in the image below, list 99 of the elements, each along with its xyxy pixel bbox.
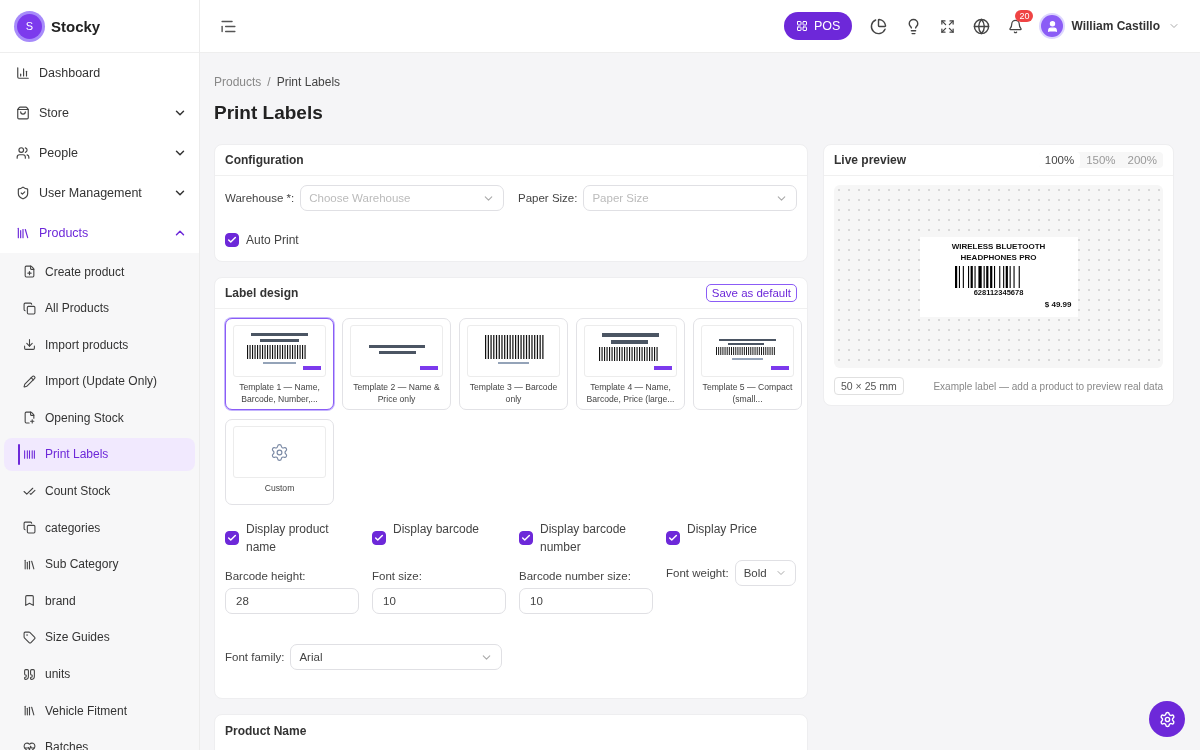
field-label: Font size: (372, 570, 423, 582)
sidebar-subitem[interactable]: All Products (4, 291, 195, 325)
template-card[interactable]: Template 3 — Barcode only (459, 318, 568, 410)
zoom-tab[interactable]: 100% (1038, 152, 1081, 168)
field-label: Paper Size: (518, 192, 578, 204)
template-card[interactable]: Custom (225, 419, 334, 505)
sidebar-subitem[interactable]: Count Stock (4, 474, 195, 508)
copy-icon (23, 521, 36, 535)
pencil-icon (23, 374, 36, 388)
product-name: WIRELESS BLUETOOTH HEADPHONES PRO (950, 240, 1047, 263)
bag-icon (16, 106, 30, 120)
sidebar-subitem[interactable]: units (4, 657, 195, 691)
checkbox[interactable] (225, 531, 239, 545)
settings-button[interactable] (1149, 701, 1185, 737)
sidebar-item[interactable]: Products (0, 213, 199, 253)
books-icon (23, 557, 36, 571)
sidebar-item[interactable]: User Management (0, 173, 199, 213)
books-icon (16, 226, 30, 240)
pie-chart-icon[interactable] (870, 17, 888, 35)
sidebar-item[interactable]: Dashboard (0, 53, 199, 93)
sidebar-subitem[interactable]: Sub Category (4, 547, 195, 581)
download-icon (23, 338, 36, 352)
gear-icon (270, 442, 289, 462)
template-card[interactable]: Template 5 — Compact (small... (693, 318, 802, 410)
barcode-icon (23, 447, 36, 461)
heart-pulse-icon (23, 740, 36, 750)
preview-note: Example label — add a product to preview real data (933, 380, 1163, 392)
checkbox-label: Display Price (687, 521, 758, 538)
sidebar-subitem[interactable]: Vehicle Fitment (4, 694, 195, 728)
check-icon (227, 533, 237, 543)
field-label: Barcode number size: (519, 570, 632, 582)
number-field[interactable]: 28 (225, 588, 359, 614)
bell-icon[interactable] (1008, 18, 1024, 34)
sidebar-subitem[interactable]: Create product (4, 255, 195, 288)
field-label: Font weight: (666, 567, 729, 579)
sidebar-subitem[interactable]: Size Guides (4, 620, 195, 654)
user-name[interactable]: William Castillo (1071, 19, 1160, 33)
select-field[interactable]: Bold (734, 560, 796, 586)
card-title: Product Name (225, 723, 307, 738)
price: $ 49.99 (1044, 299, 1072, 309)
label-layout-drawing (485, 335, 545, 364)
file-plus-icon (23, 411, 36, 425)
file-plus-icon (23, 265, 36, 278)
sidebar-subitem[interactable]: brand (4, 584, 195, 618)
checkbox-label: Display barcode (393, 521, 480, 538)
sidebar-item[interactable]: Store (0, 93, 199, 133)
check-icon (374, 533, 384, 543)
number-field[interactable]: 10 (519, 588, 653, 614)
card-title: Label design (225, 286, 299, 300)
user-icon (1045, 19, 1059, 33)
bookmark-icon (23, 594, 36, 608)
select-field[interactable]: Arial (290, 644, 503, 670)
quote-icon (23, 667, 36, 681)
size-badge: 50 × 25 mm (834, 377, 904, 395)
checkbox-label: Auto Print (246, 232, 299, 249)
tag-icon (23, 630, 36, 644)
checkbox[interactable] (372, 531, 386, 545)
users-icon (16, 146, 30, 160)
grid-icon (796, 20, 808, 32)
template-card[interactable]: Template 2 — Name & Price only (342, 318, 451, 410)
shield-icon (16, 186, 30, 200)
check-icon (227, 235, 237, 245)
label-layout-drawing (369, 345, 438, 370)
sidebar-item[interactable]: People (0, 133, 199, 173)
sidebar-subitem[interactable]: Import products (4, 328, 195, 362)
sidebar-subitem[interactable]: categories (4, 511, 195, 545)
checkbox[interactable] (519, 531, 533, 545)
field-label: Font family: (225, 651, 285, 663)
field-label: Barcode height: (225, 570, 307, 582)
breadcrumb-item: Print Labels (276, 75, 341, 89)
sidebar-subitem[interactable]: Opening Stock (4, 401, 195, 435)
settings-icon (1158, 710, 1176, 728)
sidebar-subitem[interactable]: Print Labels (4, 437, 195, 471)
checkbox-label: Display barcode number (540, 521, 628, 556)
card-title: Configuration (225, 153, 304, 167)
bar-chart-icon (16, 66, 30, 80)
checkbox[interactable] (225, 233, 239, 247)
checkbox-label: Display product name (246, 521, 330, 556)
check-icon (521, 533, 531, 543)
save-default-button[interactable]: Save as default (705, 284, 797, 302)
avatar[interactable] (1041, 15, 1064, 37)
template-card[interactable]: Template 1 — Name, Barcode, Number,... (225, 318, 334, 410)
books-icon (23, 704, 36, 718)
pos-button[interactable]: POS (784, 12, 853, 40)
card-title: Live preview (834, 153, 907, 167)
logo-icon: S (17, 13, 42, 39)
template-card[interactable]: Template 4 — Name, Barcode, Price (large... (576, 318, 685, 410)
field-label: Warehouse *: (225, 192, 295, 204)
number-field[interactable]: 10 (372, 588, 506, 614)
check-icon (668, 533, 678, 543)
sidebar-subitem[interactable]: Import (Update Only) (4, 364, 195, 398)
app-name: Stocky (51, 17, 101, 35)
fullscreen-icon[interactable] (940, 18, 956, 34)
page-title: Print Labels (214, 102, 324, 124)
notification-badge: 20 (1015, 9, 1034, 22)
checkbox[interactable] (666, 531, 680, 545)
globe-icon[interactable] (973, 17, 991, 35)
copy-icon (23, 301, 36, 315)
breadcrumb-separator: / (267, 75, 271, 89)
